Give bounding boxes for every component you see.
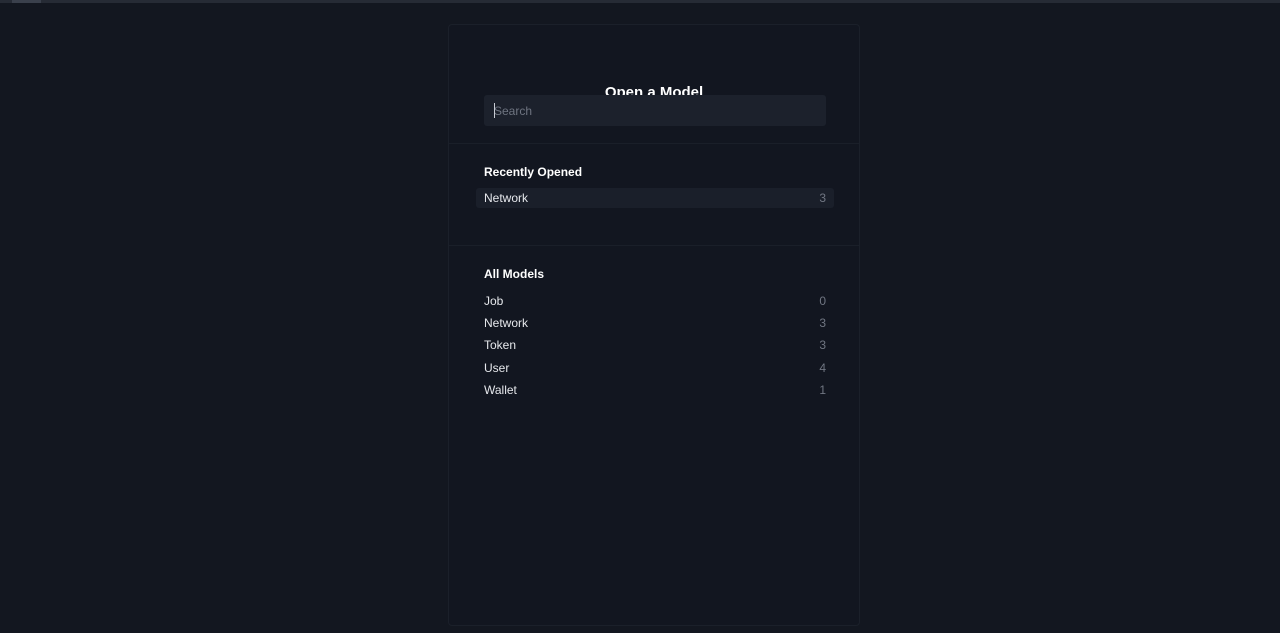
list-item-count: 3 xyxy=(819,338,826,352)
model-item-network[interactable]: Network 3 xyxy=(476,313,834,333)
list-item-count: 3 xyxy=(819,316,826,330)
list-item-label: Network xyxy=(484,316,529,330)
search-box[interactable] xyxy=(484,95,826,126)
search-input[interactable] xyxy=(484,95,826,126)
section-divider xyxy=(449,143,859,144)
model-item-user[interactable]: User 4 xyxy=(476,358,834,378)
all-models-heading: All Models xyxy=(484,267,545,281)
recent-item-network[interactable]: Network 3 xyxy=(476,188,834,208)
model-item-wallet[interactable]: Wallet 1 xyxy=(476,380,834,400)
section-divider xyxy=(449,245,859,246)
top-bar-tab[interactable] xyxy=(12,0,41,3)
list-item-label: Token xyxy=(484,338,517,352)
list-item-count: 3 xyxy=(819,191,826,205)
list-item-count: 0 xyxy=(819,294,826,308)
list-item-label: Network xyxy=(484,191,529,205)
list-item-label: Job xyxy=(484,294,504,308)
open-model-dialog: Open a Model Recently Opened Network 3 A… xyxy=(448,24,860,626)
text-caret xyxy=(494,103,495,118)
list-item-count: 4 xyxy=(819,361,826,375)
model-item-job[interactable]: Job 0 xyxy=(476,291,834,311)
top-bar xyxy=(0,0,1280,3)
recently-opened-heading: Recently Opened xyxy=(484,165,583,179)
model-item-token[interactable]: Token 3 xyxy=(476,335,834,355)
list-item-count: 1 xyxy=(819,383,826,397)
list-item-label: Wallet xyxy=(484,383,517,397)
list-item-label: User xyxy=(484,361,510,375)
